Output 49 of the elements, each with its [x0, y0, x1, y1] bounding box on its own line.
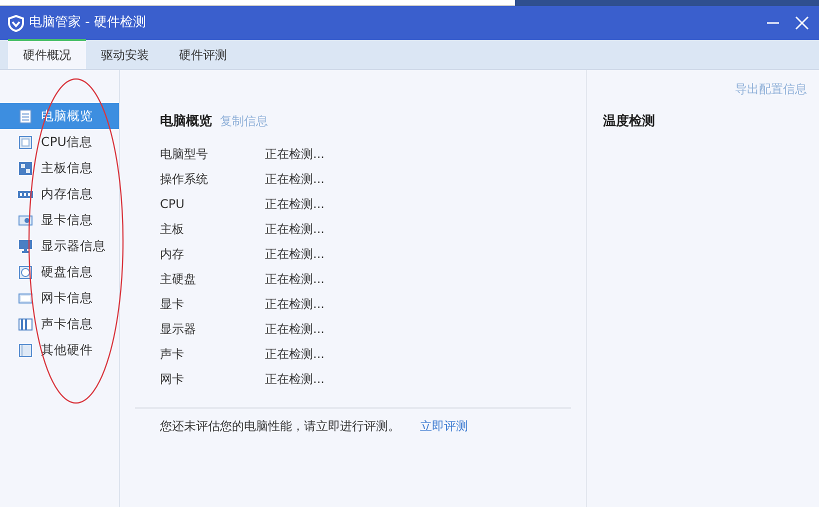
- field-value: 正在检测...: [265, 171, 324, 188]
- sidebar-item[interactable]: 声卡信息: [0, 311, 119, 337]
- field-value: 正在检测...: [265, 371, 324, 388]
- sound-card-icon: [18, 316, 33, 332]
- field-label: 显卡: [160, 296, 185, 313]
- close-icon: [795, 16, 809, 30]
- sidebar-item[interactable]: 内存信息: [0, 181, 119, 207]
- section-title: 温度检测: [603, 114, 655, 129]
- sidebar-item[interactable]: 其他硬件: [0, 337, 119, 363]
- close-button[interactable]: [793, 14, 811, 32]
- field-label: 主硬盘: [160, 271, 197, 288]
- sidebar-item[interactable]: 网卡信息: [0, 285, 119, 311]
- sidebar-item[interactable]: 主板信息: [0, 155, 119, 181]
- sidebar-item[interactable]: 显卡信息: [0, 207, 119, 233]
- tab[interactable]: 硬件评测: [164, 39, 242, 69]
- field-label: 电脑型号: [160, 146, 209, 163]
- shield-logo-icon: [8, 14, 24, 32]
- field-label: 操作系统: [160, 171, 209, 188]
- evaluate-now-link[interactable]: 立即评测: [420, 416, 468, 434]
- field-value: 正在检测...: [265, 271, 324, 288]
- evaluation-notice: 您还未评估您的电脑性能，请立即进行评测。: [160, 418, 400, 434]
- monitor-icon: [18, 238, 33, 254]
- field-label: 内存: [160, 246, 185, 263]
- field-label: 声卡: [160, 346, 185, 363]
- box-icon: [18, 342, 33, 358]
- field-label: 主板: [160, 221, 185, 238]
- chip-icon: [18, 134, 33, 150]
- field-value: 正在检测...: [265, 146, 324, 163]
- field-value: 正在检测...: [265, 296, 324, 313]
- field-value: 正在检测...: [265, 346, 324, 363]
- field-value: 正在检测...: [265, 246, 324, 263]
- graphics-card-icon: [18, 212, 33, 228]
- sidebar-item[interactable]: CPU信息: [0, 129, 119, 155]
- section-title: 电脑概览: [160, 112, 212, 131]
- field-value: 正在检测...: [265, 196, 324, 213]
- network-card-icon: [18, 290, 33, 306]
- board-icon: [18, 160, 33, 176]
- field-value: 正在检测...: [265, 321, 324, 338]
- field-value: 正在检测...: [265, 221, 324, 238]
- field-label: 网卡: [160, 371, 185, 388]
- tab[interactable]: 驱动安装: [86, 39, 164, 69]
- sidebar-item[interactable]: 显示器信息: [0, 233, 119, 259]
- sidebar-item[interactable]: 硬盘信息: [0, 259, 119, 285]
- notepad-icon: [18, 108, 33, 124]
- disk-icon: [18, 264, 33, 280]
- window-title: 电脑管家 - 硬件检测: [29, 14, 146, 32]
- field-label: 显示器: [160, 321, 197, 338]
- field-label: CPU: [160, 196, 186, 213]
- tab[interactable]: 硬件概况: [8, 39, 86, 69]
